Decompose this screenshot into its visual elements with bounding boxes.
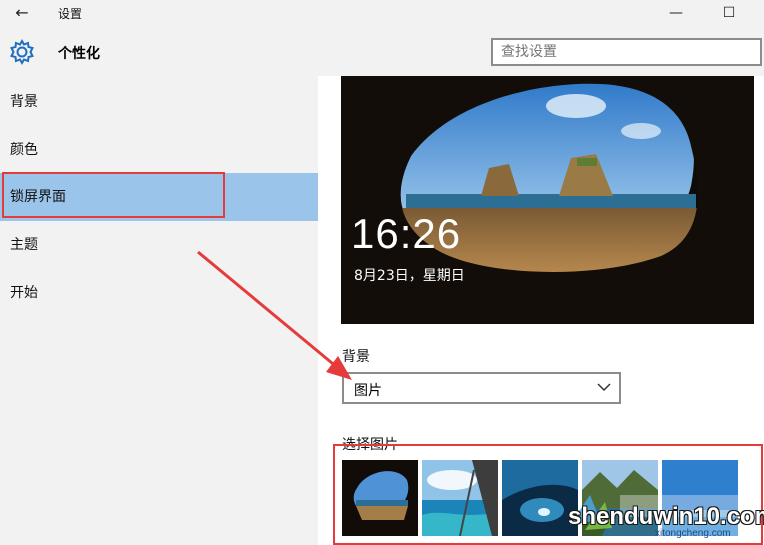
background-dropdown-value: 图片 bbox=[354, 383, 382, 399]
window-title: 设置 bbox=[58, 7, 83, 21]
sidebar-item-themes[interactable]: 主题 bbox=[0, 221, 318, 269]
picture-thumbnail-aerial[interactable] bbox=[422, 460, 498, 536]
section-title: 个性化 bbox=[58, 46, 100, 62]
sidebar-item-background[interactable]: 背景 bbox=[0, 78, 318, 126]
picture-thumbnail-cave[interactable] bbox=[342, 460, 418, 536]
chevron-down-icon bbox=[597, 383, 611, 392]
gear-icon bbox=[10, 38, 34, 66]
sidebar: 背景 颜色 锁屏界面 主题 开始 bbox=[0, 76, 318, 545]
watermark-text: shenduwin10.com bbox=[568, 503, 764, 530]
background-dropdown[interactable]: 图片 bbox=[342, 372, 621, 404]
arrow-left-icon: ← bbox=[15, 3, 29, 22]
settings-header: 个性化 bbox=[0, 28, 764, 76]
sidebar-item-start[interactable]: 开始 bbox=[0, 269, 318, 317]
annotation-highlight-box bbox=[2, 172, 225, 218]
lockscreen-date: 8月23日，星期日 bbox=[354, 268, 465, 284]
lockscreen-time: 16:26 bbox=[351, 210, 462, 257]
watermark-subtext: xitongcheng.com bbox=[655, 528, 731, 539]
sidebar-item-colors[interactable]: 颜色 bbox=[0, 126, 318, 174]
search-input[interactable] bbox=[491, 38, 762, 66]
background-label: 背景 bbox=[342, 349, 370, 365]
title-bar: ← 设置 — ☐ bbox=[0, 0, 764, 28]
minimize-button[interactable]: — bbox=[656, 2, 696, 24]
back-button[interactable]: ← bbox=[10, 2, 34, 24]
lockscreen-preview-image bbox=[341, 76, 754, 324]
maximize-button[interactable]: ☐ bbox=[709, 2, 749, 24]
